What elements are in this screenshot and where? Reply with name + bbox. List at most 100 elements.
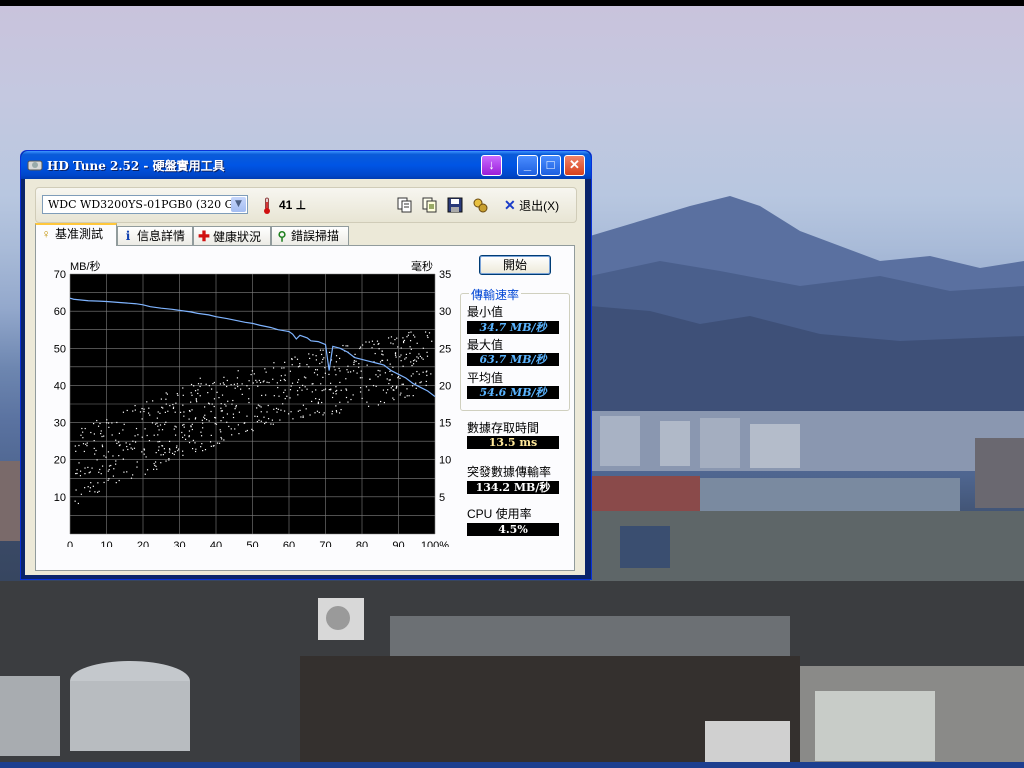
access-time-point (402, 337, 404, 339)
access-time-point (220, 436, 222, 439)
maximize-button[interactable]: □ (540, 155, 561, 176)
tab-info[interactable]: i 信息詳情 (117, 226, 193, 245)
access-time-point (331, 396, 334, 399)
access-time-point (349, 371, 352, 373)
access-time-point (141, 407, 143, 410)
access-time-point (329, 382, 332, 384)
access-time-point (111, 422, 113, 424)
access-time-point (221, 410, 223, 412)
access-time-point (290, 411, 292, 413)
access-time-point (153, 462, 155, 465)
access-time-point (100, 430, 102, 432)
tab-benchmark[interactable]: ♀ 基准測試 (35, 223, 117, 246)
access-time-point (220, 431, 222, 433)
window-title: HD Tune 2.52 - 硬盤實用工具 (47, 159, 225, 173)
access-time-point (387, 337, 390, 339)
access-time-point (386, 359, 389, 361)
access-time-point (275, 407, 278, 410)
access-time-point (103, 481, 105, 484)
access-time-point (240, 388, 242, 390)
copy-text-icon[interactable] (397, 197, 413, 213)
access-time-point (322, 414, 324, 416)
chevron-down-icon[interactable]: ▼ (231, 197, 246, 212)
access-time-point (119, 444, 121, 446)
access-time-point (256, 415, 259, 418)
access-time-point (136, 466, 138, 468)
title-bar[interactable]: HD Tune 2.52 - 硬盤實用工具 ↓ _ □ ✕ (21, 151, 591, 179)
access-time-point (158, 429, 160, 431)
tab-error-scan[interactable]: ⚲ 錯誤掃描 (271, 226, 349, 245)
access-time-point (335, 410, 338, 412)
access-time-point (261, 394, 263, 397)
access-time-point (168, 448, 171, 450)
access-time-point (194, 390, 197, 392)
access-time-point (284, 398, 286, 400)
access-time-point (188, 409, 191, 412)
access-time-point (167, 410, 169, 412)
access-time-point (392, 389, 395, 391)
access-time-point (262, 381, 264, 383)
access-time-point (412, 363, 415, 365)
access-time-point (101, 444, 103, 446)
access-time-point (78, 444, 80, 447)
access-time-point (78, 462, 80, 464)
access-time-point (347, 365, 349, 367)
access-time-point (405, 353, 408, 356)
access-time-point (232, 416, 235, 419)
access-time-point (412, 360, 415, 362)
access-time-point (207, 402, 210, 404)
access-time-point (146, 469, 149, 471)
access-time-point (335, 355, 338, 357)
access-time-point (200, 431, 202, 433)
access-time-point (241, 393, 243, 395)
access-time-point (116, 442, 118, 444)
access-time-point (420, 381, 422, 383)
access-time-point (195, 398, 197, 400)
exit-button[interactable]: ✕ 退出(X) (504, 196, 559, 214)
access-time-point (188, 441, 191, 444)
access-time-point (345, 378, 347, 380)
access-time-point (90, 482, 92, 484)
access-time-point (164, 451, 166, 454)
access-time-point (220, 407, 222, 409)
copy-screen-icon[interactable] (422, 197, 438, 213)
access-time-point (258, 379, 260, 382)
save-icon[interactable] (447, 197, 463, 213)
access-time-point (75, 472, 77, 475)
access-time-point (108, 426, 110, 428)
access-time-point (214, 423, 216, 425)
access-time-point (165, 398, 167, 400)
download-button[interactable]: ↓ (481, 155, 502, 176)
access-time-point (204, 406, 206, 408)
access-time-point (251, 428, 253, 430)
minimize-button[interactable]: _ (517, 155, 538, 176)
access-time-point (87, 486, 89, 488)
access-time-point (335, 405, 337, 407)
drive-select[interactable]: WDC WD3200YS-01PGB0 (320 GB) ▼ (42, 195, 248, 214)
access-time-point (77, 502, 79, 505)
access-time-point (431, 340, 433, 342)
access-time-point (87, 466, 89, 469)
tab-health[interactable]: ✚ 健康狀況 (193, 226, 271, 245)
y-left-tick-label: 50 (54, 343, 66, 355)
options-icon[interactable] (472, 197, 488, 213)
access-time-point (380, 400, 382, 403)
access-time-point (179, 411, 182, 414)
access-time-point (222, 416, 224, 419)
access-time-point (76, 469, 78, 471)
access-time-point (107, 479, 109, 481)
access-time-point (201, 419, 203, 421)
access-time-point (194, 450, 197, 453)
close-button[interactable]: ✕ (564, 155, 585, 176)
access-time-point (305, 408, 307, 410)
access-time-point (260, 411, 262, 413)
start-button[interactable]: 開始 (479, 255, 551, 275)
access-time-point (347, 401, 349, 403)
access-time-point (368, 341, 370, 343)
access-time-point (108, 465, 111, 467)
access-time-point (213, 405, 215, 408)
access-time-point (376, 340, 379, 342)
x-tick-label: 90 (392, 540, 404, 547)
access-time-point (197, 383, 200, 385)
access-time-point (279, 419, 281, 421)
